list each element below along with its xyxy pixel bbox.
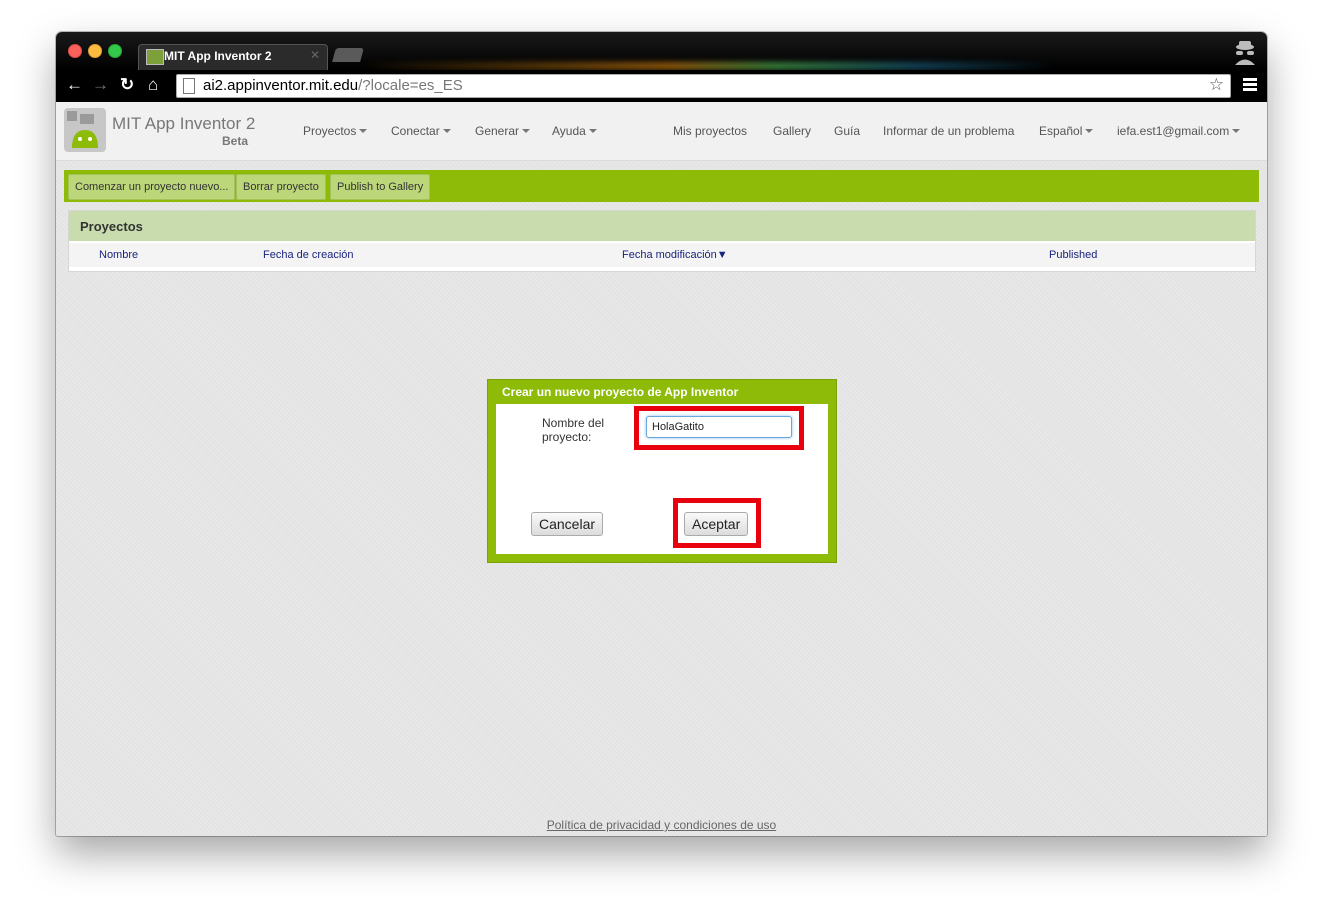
menu-generar[interactable]: Generar: [475, 124, 531, 138]
minimize-window-button[interactable]: [88, 44, 102, 58]
menu-ayuda[interactable]: Ayuda: [552, 124, 597, 138]
chevron-down-icon: [1085, 129, 1094, 133]
browser-window: MIT App Inventor 2 ✕ ← → ↻ ⌂ ai2.appinve…: [56, 32, 1267, 836]
new-tab-button[interactable]: [332, 48, 364, 62]
top-navigation: MIT App Inventor 2 Beta Proyectos Conect…: [56, 102, 1267, 161]
column-fecha-modificacion[interactable]: Fecha modificación▼: [622, 249, 728, 261]
project-name-label-line2: proyecto:: [542, 430, 592, 444]
column-nombre[interactable]: Nombre: [99, 249, 138, 261]
accept-highlight-box: [673, 498, 761, 548]
menu-conectar-label: Conectar: [391, 124, 440, 138]
hamburger-menu-icon[interactable]: [1243, 78, 1257, 93]
link-informar-problema[interactable]: Informar de un problema: [883, 124, 1014, 138]
publish-gallery-button[interactable]: Publish to Gallery: [330, 174, 431, 200]
home-icon[interactable]: ⌂: [148, 76, 158, 94]
projects-title: Proyectos: [80, 219, 143, 234]
url-path: /?locale=es_ES: [358, 77, 463, 94]
chevron-down-icon: [1232, 129, 1241, 133]
menu-proyectos[interactable]: Proyectos: [303, 124, 368, 138]
chevron-down-icon: [359, 129, 368, 133]
project-name-label: Nombre del proyecto:: [542, 416, 604, 444]
forward-arrow-icon[interactable]: →: [92, 76, 109, 94]
tab-bar: MIT App Inventor 2 ✕: [56, 32, 1267, 70]
menu-generar-label: Generar: [475, 124, 520, 138]
new-project-dialog: Crear un nuevo proyecto de App Inventor …: [487, 379, 837, 563]
maximize-window-button[interactable]: [108, 44, 122, 58]
column-published[interactable]: Published: [1049, 249, 1097, 261]
dialog-title: Crear un nuevo proyecto de App Inventor: [502, 385, 739, 399]
column-fecha-creacion[interactable]: Fecha de creación: [263, 249, 354, 261]
dialog-body: Nombre del proyecto: Cancelar Aceptar: [496, 404, 828, 554]
incognito-icon: [1235, 41, 1255, 65]
menu-cuenta-label: iefa.est1@gmail.com: [1117, 124, 1230, 138]
menu-proyectos-label: Proyectos: [303, 124, 357, 138]
back-arrow-icon[interactable]: ←: [66, 76, 83, 94]
projects-header: Proyectos: [69, 211, 1255, 241]
input-highlight-box: [634, 406, 804, 450]
delete-project-button[interactable]: Borrar proyecto: [236, 174, 326, 200]
project-toolbar: Comenzar un proyecto nuevo... Borrar pro…: [64, 170, 1259, 202]
menu-idioma[interactable]: Español: [1039, 124, 1094, 138]
app-inventor-logo-icon: [64, 108, 106, 152]
link-guia[interactable]: Guía: [834, 124, 860, 138]
menu-conectar[interactable]: Conectar: [391, 124, 451, 138]
bookmark-star-icon[interactable]: ☆: [1209, 75, 1224, 95]
reload-icon[interactable]: ↻: [120, 76, 134, 94]
page-icon: [183, 78, 195, 94]
chevron-down-icon: [522, 129, 531, 133]
address-bar[interactable]: ai2.appinventor.mit.edu/?locale=es_ES ☆: [176, 74, 1231, 98]
close-window-button[interactable]: [68, 44, 82, 58]
app-inventor-favicon-icon: [146, 49, 164, 65]
browser-toolbar: ← → ↻ ⌂ ai2.appinventor.mit.edu/?locale=…: [56, 70, 1267, 102]
tab-title: MIT App Inventor 2: [164, 49, 272, 63]
tab-bar-decoration: [356, 62, 1056, 70]
chevron-down-icon: [588, 129, 597, 133]
project-name-label-line1: Nombre del: [542, 416, 605, 430]
menu-cuenta[interactable]: iefa.est1@gmail.com: [1117, 124, 1241, 138]
cancel-button[interactable]: Cancelar: [531, 512, 604, 536]
url-host: ai2.appinventor.mit.edu: [203, 77, 359, 94]
new-project-button[interactable]: Comenzar un proyecto nuevo...: [68, 174, 236, 200]
link-mis-proyectos[interactable]: Mis proyectos: [673, 124, 747, 138]
link-gallery[interactable]: Gallery: [773, 124, 811, 138]
url-text: ai2.appinventor.mit.edu/?locale=es_ES: [203, 77, 463, 94]
brand-title: MIT App Inventor 2: [112, 114, 256, 133]
projects-panel: Proyectos Nombre Fecha de creación Fecha…: [68, 210, 1256, 272]
beta-label: Beta: [222, 134, 249, 148]
menu-idioma-label: Español: [1039, 124, 1083, 138]
tab-close-icon[interactable]: ✕: [310, 48, 320, 62]
privacy-policy-link[interactable]: Política de privacidad y condiciones de …: [56, 818, 1267, 832]
chevron-down-icon: [442, 129, 451, 133]
menu-ayuda-label: Ayuda: [552, 124, 586, 138]
page-content: MIT App Inventor 2 Beta Proyectos Conect…: [56, 102, 1267, 836]
